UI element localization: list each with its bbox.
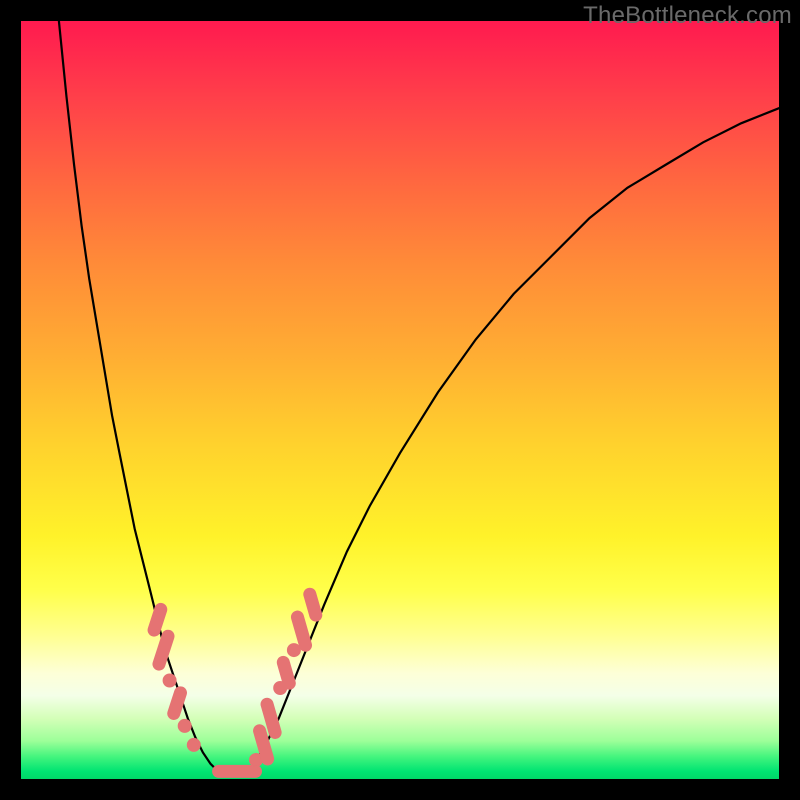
chart-frame: TheBottleneck.com	[0, 0, 800, 800]
plot-area	[21, 21, 779, 779]
marker-pill	[302, 586, 324, 623]
marker-pill	[166, 685, 189, 722]
curve-right	[248, 108, 779, 771]
marker-dot	[178, 719, 191, 732]
marker-dot	[187, 738, 200, 751]
curve-left	[59, 21, 218, 771]
marker-pill	[212, 765, 262, 778]
chart-svg	[21, 21, 779, 779]
marker-group	[146, 586, 324, 778]
marker-dot	[287, 644, 300, 657]
marker-dot	[163, 674, 176, 687]
watermark-text: TheBottleneck.com	[583, 2, 792, 30]
curve-group	[59, 21, 779, 775]
